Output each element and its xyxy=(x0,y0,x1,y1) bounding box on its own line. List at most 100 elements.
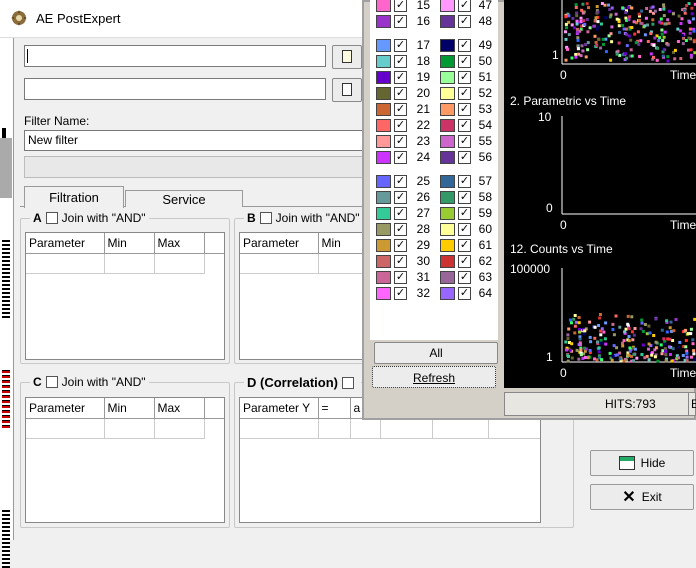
group-b-join-checkbox[interactable] xyxy=(259,212,272,224)
column-header[interactable]: Min xyxy=(318,233,363,254)
table-row[interactable] xyxy=(240,253,363,274)
channel-checkbox[interactable]: ✓ xyxy=(458,207,471,220)
group-a-grid[interactable]: Parameter Min Max xyxy=(25,232,225,360)
channel-checkbox[interactable]: ✓ xyxy=(458,239,471,252)
channel-checkbox[interactable]: ✓ xyxy=(394,151,407,164)
color-swatch[interactable] xyxy=(376,15,391,28)
color-swatch[interactable] xyxy=(376,119,391,132)
color-swatch[interactable] xyxy=(376,103,391,116)
color-swatch[interactable] xyxy=(376,151,391,164)
color-swatch[interactable] xyxy=(376,71,391,84)
color-swatch[interactable] xyxy=(440,175,455,188)
channel-checkbox[interactable]: ✓ xyxy=(394,103,407,116)
color-swatch[interactable] xyxy=(376,0,391,12)
channel-checkbox[interactable]: ✓ xyxy=(458,191,471,204)
channel-checkbox[interactable]: ✓ xyxy=(458,55,471,68)
color-swatch[interactable] xyxy=(376,135,391,148)
column-header[interactable]: Min xyxy=(104,398,155,419)
color-swatch[interactable] xyxy=(440,151,455,164)
channel-checkbox[interactable]: ✓ xyxy=(458,39,471,52)
color-swatch[interactable] xyxy=(440,119,455,132)
channel-checkbox[interactable]: ✓ xyxy=(458,287,471,300)
color-swatch[interactable] xyxy=(376,271,391,284)
exit-button[interactable]: ✕ Exit xyxy=(590,484,694,510)
column-header[interactable]: Parameter xyxy=(26,233,105,254)
color-swatch[interactable] xyxy=(440,223,455,236)
channel-checkbox[interactable]: ✓ xyxy=(394,71,407,84)
color-swatch[interactable] xyxy=(440,0,455,12)
color-swatch[interactable] xyxy=(376,39,391,52)
channel-checkbox[interactable]: ✓ xyxy=(458,223,471,236)
filter-name-input[interactable]: New filter xyxy=(24,130,364,151)
group-d-checkbox[interactable] xyxy=(342,377,354,389)
channel-checkbox[interactable]: ✓ xyxy=(394,175,407,188)
table-row[interactable] xyxy=(26,253,224,274)
channel-checkbox[interactable]: ✓ xyxy=(394,255,407,268)
channel-checkbox[interactable]: ✓ xyxy=(458,71,471,84)
path-input-2[interactable] xyxy=(24,78,326,100)
table-row[interactable] xyxy=(240,418,540,439)
color-swatch[interactable] xyxy=(376,55,391,68)
refresh-button[interactable]: Refresh xyxy=(372,366,496,388)
all-button[interactable]: All xyxy=(374,342,498,364)
color-swatch[interactable] xyxy=(376,239,391,252)
column-header[interactable]: Min xyxy=(104,233,155,254)
channel-checkbox[interactable]: ✓ xyxy=(394,191,407,204)
group-a-join-checkbox[interactable] xyxy=(45,212,58,224)
channel-checkbox[interactable]: ✓ xyxy=(458,103,471,116)
channel-checkbox[interactable]: ✓ xyxy=(458,119,471,132)
channel-checkbox[interactable]: ✓ xyxy=(394,271,407,284)
tab-filtration[interactable]: Filtration xyxy=(24,186,124,208)
channel-checkbox[interactable]: ✓ xyxy=(458,135,471,148)
color-swatch[interactable] xyxy=(440,191,455,204)
column-header[interactable]: = xyxy=(318,398,351,419)
channel-checkbox[interactable]: ✓ xyxy=(458,15,471,28)
group-b-grid[interactable]: Parameter Min xyxy=(239,232,364,360)
channel-checkbox[interactable]: ✓ xyxy=(394,55,407,68)
color-swatch[interactable] xyxy=(440,39,455,52)
channel-checkbox[interactable]: ✓ xyxy=(458,271,471,284)
column-header[interactable]: Parameter xyxy=(240,233,319,254)
table-row[interactable] xyxy=(26,418,224,439)
color-swatch[interactable] xyxy=(376,87,391,100)
color-swatch[interactable] xyxy=(440,271,455,284)
channel-checkbox[interactable]: ✓ xyxy=(394,39,407,52)
color-swatch[interactable] xyxy=(376,255,391,268)
color-swatch[interactable] xyxy=(376,175,391,188)
color-swatch[interactable] xyxy=(440,103,455,116)
plot-area[interactable]: 1 0 Time 2. Parametric vs Time 10 0 0 Ti… xyxy=(504,0,696,388)
color-swatch[interactable] xyxy=(440,135,455,148)
column-header[interactable]: Parameter xyxy=(26,398,105,419)
channel-checkbox[interactable]: ✓ xyxy=(394,287,407,300)
channel-checkbox[interactable]: ✓ xyxy=(458,175,471,188)
group-c-join-checkbox[interactable] xyxy=(45,376,58,388)
color-swatch[interactable] xyxy=(440,207,455,220)
channel-checkbox[interactable]: ✓ xyxy=(394,207,407,220)
hide-button[interactable]: Hide xyxy=(590,450,694,476)
column-header[interactable]: Max xyxy=(154,398,205,419)
color-swatch[interactable] xyxy=(440,287,455,300)
color-swatch[interactable] xyxy=(376,287,391,300)
channel-checkbox[interactable]: ✓ xyxy=(394,15,407,28)
tab-service[interactable]: Service xyxy=(125,190,243,207)
browse-button-1[interactable] xyxy=(332,45,362,69)
channel-checkbox[interactable]: ✓ xyxy=(458,87,471,100)
color-swatch[interactable] xyxy=(440,55,455,68)
color-swatch[interactable] xyxy=(376,223,391,236)
color-swatch[interactable] xyxy=(440,239,455,252)
column-header[interactable]: Parameter Y xyxy=(240,398,319,419)
channel-checkbox[interactable]: ✓ xyxy=(458,151,471,164)
channel-checkbox[interactable]: ✓ xyxy=(394,87,407,100)
color-swatch[interactable] xyxy=(440,15,455,28)
channel-checkbox[interactable]: ✓ xyxy=(458,0,471,12)
channel-checkbox[interactable]: ✓ xyxy=(394,0,407,12)
channel-checkbox[interactable]: ✓ xyxy=(458,255,471,268)
channel-checkbox[interactable]: ✓ xyxy=(394,135,407,148)
new-file-button[interactable] xyxy=(332,78,362,102)
color-swatch[interactable] xyxy=(440,71,455,84)
channel-checkbox[interactable]: ✓ xyxy=(394,119,407,132)
color-swatch[interactable] xyxy=(376,191,391,204)
color-swatch[interactable] xyxy=(376,207,391,220)
column-header[interactable]: Max xyxy=(154,233,205,254)
color-swatch[interactable] xyxy=(440,255,455,268)
